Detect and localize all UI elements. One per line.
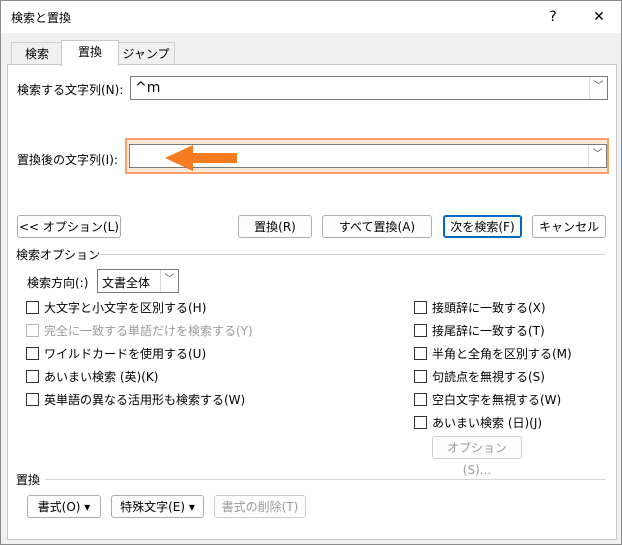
help-button[interactable]: ?: [533, 3, 573, 31]
checkbox-label: 接尾辞に一致する(T): [432, 324, 545, 338]
checkbox-label: 完全に一致する単語だけを検索する(Y): [44, 324, 253, 338]
tab-find[interactable]: 検索: [11, 42, 63, 65]
replace-button[interactable]: 置換(R): [238, 215, 312, 238]
tab-goto[interactable]: ジャンプ: [117, 42, 175, 65]
checkbox-box[interactable]: [414, 393, 427, 406]
checkbox-match-prefix[interactable]: 接頭辞に一致する(X): [414, 299, 546, 316]
close-button[interactable]: ✕: [579, 3, 619, 31]
find-input[interactable]: ^m ﹀: [130, 76, 608, 100]
checkbox-ignore-punct[interactable]: 句読点を無視する(S): [414, 368, 545, 385]
replace-label: 置換後の文字列(I):: [17, 153, 118, 167]
special-button[interactable]: 特殊文字(E) ▾: [111, 495, 204, 518]
direction-label: 検索方向(:): [27, 276, 89, 290]
format-button[interactable]: 書式(O) ▾: [27, 495, 101, 518]
find-next-button[interactable]: 次を検索(F): [443, 215, 522, 238]
checkbox-match-suffix[interactable]: 接尾辞に一致する(T): [414, 322, 545, 339]
chevron-down-icon[interactable]: ﹀: [160, 270, 178, 292]
direction-value: 文書全体: [102, 276, 151, 290]
find-replace-dialog: 検索と置換 ? ✕ 検索 置換 ジャンプ 検索する文字列(N): ^m ﹀ 置換…: [0, 0, 622, 545]
checkbox-label: あいまい検索 (日)(J): [432, 416, 543, 430]
checkbox-label: あいまい検索 (英)(K): [44, 370, 159, 384]
chevron-down-icon[interactable]: ﹀: [589, 77, 607, 99]
checkbox-box[interactable]: [414, 301, 427, 314]
direction-select[interactable]: 文書全体 ﹀: [97, 269, 179, 293]
arrow-left-icon: [165, 145, 237, 171]
tab-replace[interactable]: 置換: [61, 40, 119, 66]
checkbox-label: 英単語の異なる活用形も検索する(W): [44, 393, 246, 407]
checkbox-label: 大文字と小文字を区別する(H): [44, 301, 207, 315]
fuzzy-options-button[interactable]: オプション(S)...: [432, 436, 522, 477]
checkbox-box[interactable]: [414, 324, 427, 337]
checkbox-label: ワイルドカードを使用する(U): [44, 347, 207, 361]
divider: [93, 254, 606, 255]
replace-section-heading: 置換: [16, 473, 41, 487]
options-toggle-button[interactable]: << オプション(L): [17, 215, 121, 238]
checkbox-box[interactable]: [26, 393, 39, 406]
window-title: 検索と置換: [11, 11, 72, 25]
title-bar: 検索と置換 ? ✕: [1, 1, 621, 33]
cancel-button[interactable]: キャンセル: [532, 215, 606, 238]
checkbox-label: 接頭辞に一致する(X): [432, 301, 546, 315]
divider: [45, 479, 606, 480]
checkbox-label: 句読点を無視する(S): [432, 370, 545, 384]
replace-all-button[interactable]: すべて置換(A): [322, 215, 432, 238]
checkbox-box[interactable]: [414, 347, 427, 360]
search-options-heading: 検索オプション: [16, 248, 101, 262]
checkbox-box[interactable]: [414, 416, 427, 429]
checkbox-match-case[interactable]: 大文字と小文字を区別する(H): [26, 299, 206, 316]
checkbox-sounds-like-en[interactable]: あいまい検索 (英)(K): [26, 368, 158, 385]
checkbox-ignore-space[interactable]: 空白文字を無視する(W): [414, 391, 561, 408]
chevron-down-icon[interactable]: ﹀: [588, 145, 606, 167]
clear-format-button[interactable]: 書式の削除(T): [214, 495, 306, 518]
checkbox-width[interactable]: 半角と全角を区別する(M): [414, 345, 572, 362]
checkbox-label: 空白文字を無視する(W): [432, 393, 562, 407]
checkbox-box[interactable]: [414, 370, 427, 383]
checkbox-box[interactable]: [26, 370, 39, 383]
find-value: ^m: [135, 80, 161, 96]
checkbox-word-forms[interactable]: 英単語の異なる活用形も検索する(W): [26, 391, 245, 408]
checkbox-sounds-like-jp[interactable]: あいまい検索 (日)(J): [414, 414, 542, 431]
checkbox-box[interactable]: [26, 347, 39, 360]
checkbox-box[interactable]: [26, 301, 39, 314]
checkbox-wildcards[interactable]: ワイルドカードを使用する(U): [26, 345, 206, 362]
checkbox-box[interactable]: [26, 324, 39, 337]
find-label: 検索する文字列(N):: [17, 83, 124, 97]
checkbox-whole-word[interactable]: 完全に一致する単語だけを検索する(Y): [26, 322, 253, 339]
checkbox-label: 半角と全角を区別する(M): [432, 347, 572, 361]
